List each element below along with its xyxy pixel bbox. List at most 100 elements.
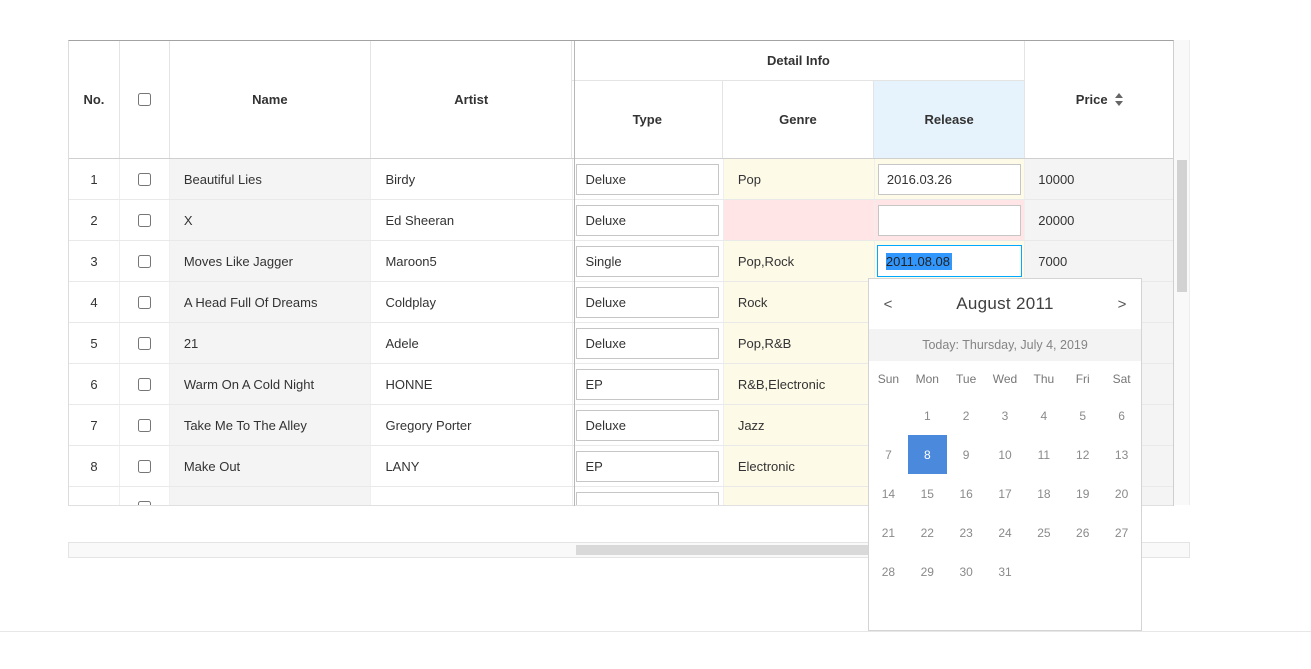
calendar-day[interactable]: 1 [908,396,947,435]
cell-checkbox [120,446,170,486]
calendar-day[interactable]: 14 [869,474,908,513]
calendar-day [1063,552,1102,591]
header-price-sortable[interactable]: Price [1025,41,1173,158]
cell-artist[interactable]: HONNE [371,364,573,404]
type-input[interactable] [576,164,719,195]
cell-type [573,282,724,322]
calendar-day[interactable]: 17 [986,474,1025,513]
vertical-scrollbar[interactable] [1174,40,1190,505]
cell-artist[interactable]: Coldplay [371,282,573,322]
calendar-day[interactable]: 7 [869,435,908,474]
cell-type [573,487,724,506]
calendar-day[interactable]: 28 [869,552,908,591]
cell-no: 7 [69,405,120,445]
release-date-input[interactable] [878,164,1021,195]
cell-artist[interactable]: LANY [371,446,573,486]
release-date-editing-input[interactable]: 2011.08.08 [877,245,1022,277]
calendar-day [1102,552,1141,591]
cell-artist[interactable] [371,487,573,506]
calendar-day[interactable]: 10 [986,435,1025,474]
header-artist: Artist [371,41,572,158]
vertical-scrollbar-thumb[interactable] [1177,160,1187,292]
row-checkbox[interactable] [138,460,151,473]
calendar-day[interactable]: 24 [986,513,1025,552]
weekday-label: Fri [1063,372,1102,386]
prev-month-button[interactable]: < [871,279,905,329]
cell-genre-invalid[interactable] [724,200,875,240]
cell-type [573,241,724,281]
calendar-day[interactable]: 3 [986,396,1025,435]
calendar-day[interactable]: 11 [1024,435,1063,474]
row-checkbox[interactable] [138,337,151,350]
cell-genre[interactable] [724,487,875,506]
cell-artist[interactable]: Gregory Porter [371,405,573,445]
weekday-label: Thu [1024,372,1063,386]
today-banner[interactable]: Today: Thursday, July 4, 2019 [869,329,1141,361]
table-row: 2 X Ed Sheeran 20000 [69,200,1173,241]
sort-icon[interactable] [1115,93,1123,106]
calendar-day[interactable]: 22 [908,513,947,552]
cell-genre[interactable]: Electronic [724,446,875,486]
calendar-day[interactable]: 21 [869,513,908,552]
cell-genre[interactable]: Rock [724,282,875,322]
cell-genre[interactable]: Pop,R&B [724,323,875,363]
release-date-input[interactable] [878,205,1021,236]
row-checkbox[interactable] [138,214,151,227]
cell-artist[interactable]: Adele [371,323,573,363]
calendar-day[interactable]: 15 [908,474,947,513]
row-checkbox[interactable] [138,296,151,309]
calendar-day [869,396,908,435]
cell-artist[interactable]: Ed Sheeran [371,200,573,240]
calendar-day[interactable]: 20 [1102,474,1141,513]
header-name: Name [170,41,371,158]
cell-no [69,487,120,506]
calendar-day[interactable]: 30 [947,552,986,591]
next-month-button[interactable]: > [1105,279,1139,329]
page-divider [0,631,1311,632]
calendar-day[interactable]: 13 [1102,435,1141,474]
calendar-day[interactable]: 25 [1024,513,1063,552]
row-checkbox[interactable] [138,173,151,186]
calendar-header: < August 2011 > [869,279,1141,329]
cell-no: 1 [69,159,120,199]
calendar-day[interactable]: 23 [947,513,986,552]
type-input[interactable] [576,451,719,482]
cell-genre[interactable]: R&B,Electronic [724,364,875,404]
cell-genre[interactable]: Jazz [724,405,875,445]
type-input[interactable] [576,246,719,277]
calendar-day[interactable]: 31 [986,552,1025,591]
row-checkbox[interactable] [138,419,151,432]
calendar-day[interactable]: 18 [1024,474,1063,513]
calendar-day[interactable]: 12 [1063,435,1102,474]
calendar-day[interactable]: 2 [947,396,986,435]
cell-genre[interactable]: Pop,Rock [724,241,875,281]
cell-artist[interactable]: Maroon5 [371,241,573,281]
type-input[interactable] [576,328,719,359]
row-checkbox[interactable] [138,501,151,507]
row-checkbox[interactable] [138,255,151,268]
calendar-day[interactable]: 9 [947,435,986,474]
cell-checkbox [120,323,170,363]
select-all-checkbox[interactable] [138,93,151,106]
calendar-day-selected[interactable]: 8 [908,435,947,474]
calendar-day[interactable]: 16 [947,474,986,513]
type-input[interactable] [576,205,719,236]
calendar-day[interactable]: 26 [1063,513,1102,552]
type-input[interactable] [576,287,719,318]
cell-release-editing: 2011.08.08 [875,241,1026,281]
cell-artist[interactable]: Birdy [371,159,573,199]
calendar-title[interactable]: August 2011 [956,294,1054,314]
type-input[interactable] [576,369,719,400]
row-checkbox[interactable] [138,378,151,391]
calendar-day[interactable]: 29 [908,552,947,591]
calendar-day[interactable]: 4 [1024,396,1063,435]
calendar-day[interactable]: 19 [1063,474,1102,513]
cell-genre[interactable]: Pop [724,159,875,199]
cell-checkbox [120,241,170,281]
type-input[interactable] [576,492,719,507]
type-input[interactable] [576,410,719,441]
cell-name: A Head Full Of Dreams [170,282,372,322]
calendar-day[interactable]: 5 [1063,396,1102,435]
calendar-day[interactable]: 27 [1102,513,1141,552]
calendar-day[interactable]: 6 [1102,396,1141,435]
